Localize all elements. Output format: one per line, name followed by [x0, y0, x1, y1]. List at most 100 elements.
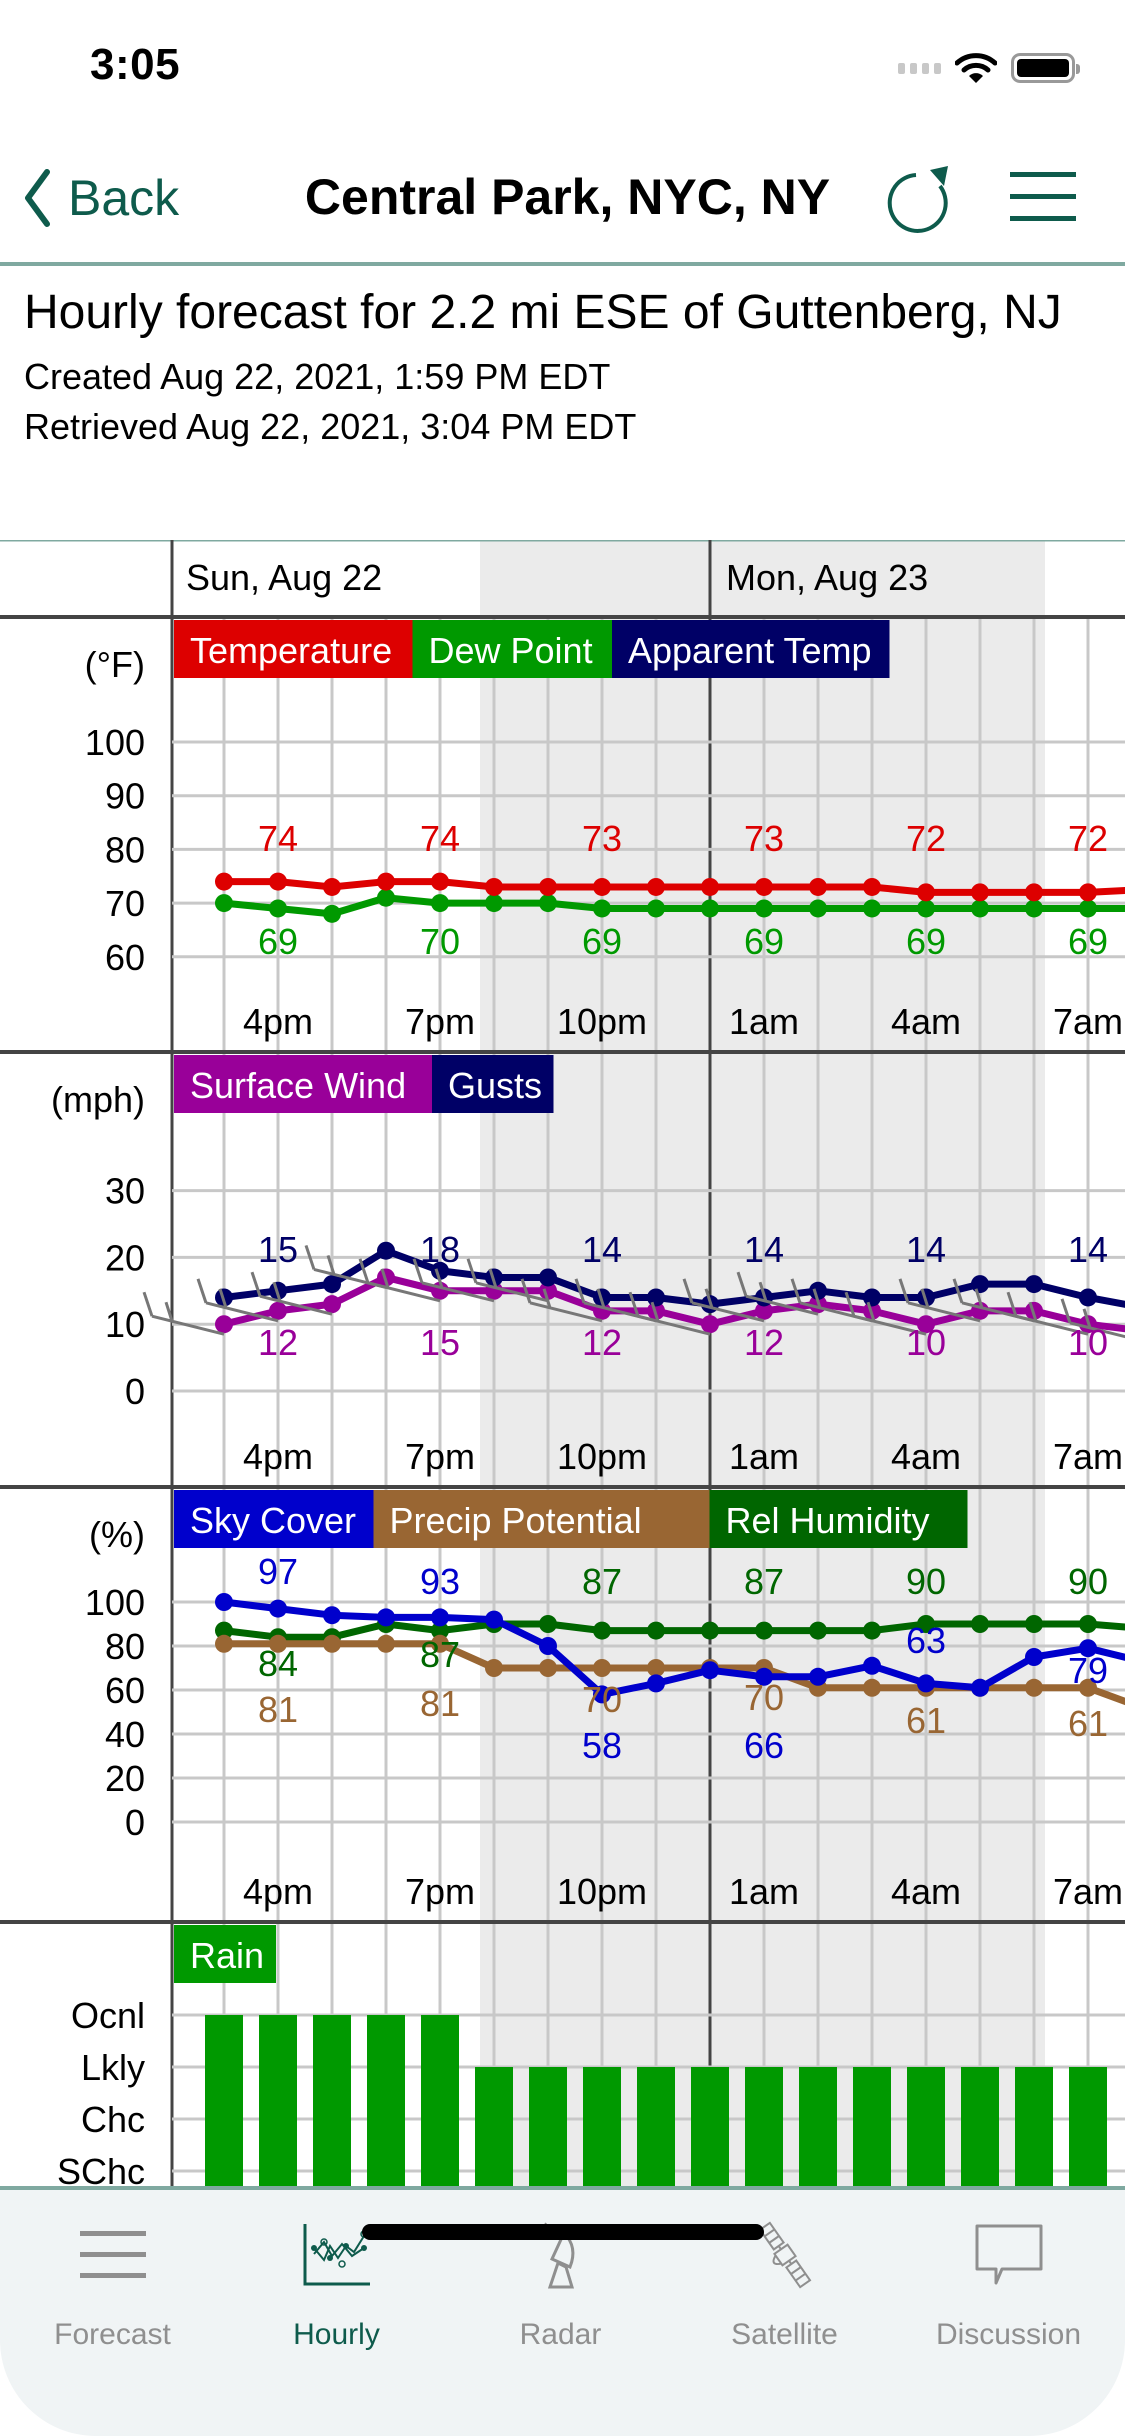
data-point [485, 1659, 503, 1677]
wifi-icon [955, 53, 997, 83]
data-point [863, 1656, 881, 1675]
data-point [701, 899, 719, 918]
hourly-forecast-graph[interactable]: Sun, Aug 22 Mon, Aug 23(°F)607080901004pm… [0, 540, 1125, 2190]
data-point [647, 899, 665, 918]
refresh-icon [887, 166, 948, 233]
data-point [1025, 883, 1043, 902]
data-point [215, 1593, 233, 1611]
data-label: 61 [906, 1700, 946, 1741]
rain-bar [745, 2067, 783, 2190]
status-icons [898, 52, 1080, 84]
data-point [863, 1621, 881, 1640]
data-point [215, 872, 233, 891]
data-point [323, 904, 341, 923]
data-point [1025, 1678, 1043, 1697]
data-point [377, 872, 395, 891]
data-point [917, 899, 935, 918]
data-point [323, 1606, 341, 1625]
day-label: Sun, Aug 22 [186, 557, 382, 598]
data-point [647, 1674, 665, 1693]
data-label: 63 [906, 1620, 946, 1661]
data-label: 14 [744, 1229, 784, 1270]
legend-label: Rel Humidity [726, 1500, 930, 1541]
data-point [539, 1615, 557, 1633]
legend-label: Apparent Temp [628, 630, 872, 671]
x-tick-label: 4am [891, 1871, 961, 1912]
x-tick-label: 7am [1053, 1871, 1123, 1912]
cellular-signal-icon [898, 62, 941, 74]
legend-label: Sky Cover [190, 1500, 356, 1541]
y-category-label: Lkly [81, 2047, 145, 2088]
data-label: 69 [258, 921, 298, 962]
data-point [539, 1659, 557, 1677]
y-tick-label: 70 [105, 883, 145, 924]
data-point [863, 1678, 881, 1697]
data-point [215, 894, 233, 913]
created-timestamp: Created Aug 22, 2021, 1:59 PM EDT [24, 356, 611, 397]
unit-label: (%) [89, 1514, 145, 1555]
y-tick-label: 100 [85, 1582, 145, 1623]
data-label: 70 [582, 1679, 622, 1720]
rain-bar [961, 2067, 999, 2190]
data-point [431, 894, 449, 913]
data-point [539, 1268, 557, 1287]
data-label: 90 [906, 1561, 946, 1602]
refresh-button[interactable] [886, 162, 958, 242]
legend-label: Gusts [448, 1065, 542, 1106]
data-point [323, 1295, 341, 1314]
data-label: 73 [582, 818, 622, 859]
data-label: 69 [1068, 921, 1108, 962]
y-category-label: Chc [81, 2099, 145, 2140]
rain-bar [475, 2067, 513, 2190]
data-point [809, 899, 827, 918]
x-tick-label: 4am [891, 1436, 961, 1477]
data-point [755, 877, 773, 896]
tab-label: Forecast [54, 2318, 171, 2351]
x-tick-label: 7pm [405, 1436, 475, 1477]
rain-bar [313, 2015, 351, 2190]
data-label: 12 [744, 1322, 784, 1363]
data-point [809, 1621, 827, 1640]
y-tick-label: 60 [105, 1670, 145, 1711]
y-tick-label: 20 [105, 1237, 145, 1278]
y-tick-label: 80 [105, 1626, 145, 1667]
data-point [1025, 899, 1043, 918]
legend-label: Surface Wind [190, 1065, 406, 1106]
rain-bar [691, 2067, 729, 2190]
menu-button[interactable] [1008, 168, 1078, 228]
data-point [809, 1667, 827, 1686]
x-tick-label: 1am [729, 1001, 799, 1042]
data-point [485, 877, 503, 896]
legend-label: Temperature [190, 630, 392, 671]
data-point [701, 877, 719, 896]
data-label: 14 [906, 1229, 946, 1270]
tab-label: Discussion [935, 2318, 1082, 2351]
data-label: 14 [582, 1229, 622, 1270]
x-tick-label: 4am [891, 1001, 961, 1042]
tab-forecast[interactable]: Forecast [0, 2210, 225, 2352]
navigation-bar: Back Central Park, NYC, NY [0, 140, 1125, 266]
rain-bar [799, 2067, 837, 2190]
x-tick-label: 10pm [557, 1871, 647, 1912]
battery-icon [1011, 53, 1080, 83]
hourly-charts[interactable]: Sun, Aug 22 Mon, Aug 23 (°F) 60 70 80 90 100 4pm… [0, 540, 1125, 2190]
rain-bar [1069, 2067, 1107, 2190]
data-point [1079, 1615, 1097, 1633]
speech-bubble-icon [975, 2224, 1042, 2285]
data-point [485, 894, 503, 913]
data-point [971, 1678, 989, 1697]
data-point [863, 1288, 881, 1307]
data-point [323, 877, 341, 896]
data-label: 81 [258, 1689, 298, 1730]
data-point [701, 1661, 719, 1680]
data-point [269, 1301, 287, 1320]
status-bar: 3:05 [0, 0, 1125, 140]
tab-label: Hourly [293, 2318, 380, 2351]
data-point [539, 894, 557, 913]
y-tick-label: 0 [125, 1371, 145, 1412]
tab-discussion[interactable]: Discussion [896, 2210, 1121, 2352]
data-point [755, 1621, 773, 1640]
data-label: 18 [420, 1229, 460, 1270]
data-point [269, 872, 287, 891]
data-point [647, 1288, 665, 1307]
